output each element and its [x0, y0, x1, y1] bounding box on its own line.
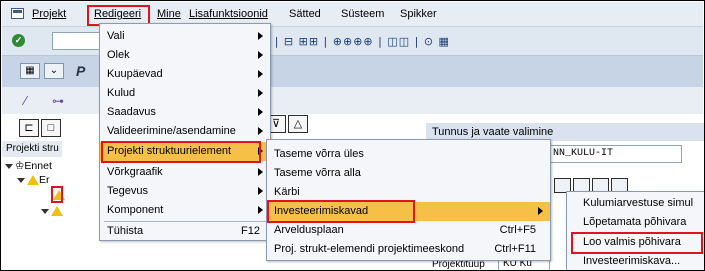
page-title: P: [76, 63, 86, 79]
annotation-box-wbs: [101, 141, 261, 163]
sap-window: Projekt Redigeeri Mine Lisafunktsioonid …: [0, 0, 705, 271]
submenu-arrow-icon: [258, 127, 263, 135]
menu-item-arveldusplaan[interactable]: Arveldusplaan Ctrl+F5: [267, 221, 550, 240]
annotation-box-invest: [267, 200, 415, 223]
identifier-input[interactable]: NN_KULU-IT: [549, 145, 682, 163]
submenu-arrow-icon: [258, 70, 263, 78]
menu-mine[interactable]: Mine: [157, 8, 181, 20]
warning-icon: [27, 175, 39, 186]
invest-submenu: Kulumiarvestuse simul Lõpetamata põhivar…: [566, 191, 704, 270]
sort-icon[interactable]: △: [288, 115, 308, 133]
submenu-arrow-icon: [258, 32, 263, 40]
expand-icon[interactable]: [5, 163, 13, 169]
submenu-arrow-icon: [258, 168, 263, 176]
new-document-icon[interactable]: □: [41, 119, 61, 137]
tree-node-icon: ♔: [15, 160, 25, 172]
warning-icon: [51, 206, 63, 217]
tool-wand-icon[interactable]: ⁄: [24, 94, 26, 108]
menu-lisafunktsioonid[interactable]: Lisafunktsioonid: [189, 8, 268, 20]
expand-icon[interactable]: [17, 177, 25, 183]
menu-item-taseme-yles[interactable]: Taseme võrra üles: [267, 145, 550, 164]
menu-item-olek[interactable]: Olek: [100, 46, 270, 65]
submenu-arrow-icon: [258, 108, 263, 116]
enter-check-icon[interactable]: ✓: [12, 34, 25, 47]
menu-item-kuupaevad[interactable]: Kuupäevad: [100, 65, 270, 84]
menu-item-investeerimiskava[interactable]: Investeerimiskava...: [567, 252, 704, 270]
tree-node-sub[interactable]: [41, 205, 63, 217]
menu-projekt[interactable]: Projekt: [32, 8, 66, 20]
menu-susteem[interactable]: Süsteem: [341, 8, 384, 20]
tree-node-child[interactable]: Er: [17, 174, 50, 186]
menu-item-lopetamata[interactable]: Lõpetamata põhivara: [567, 213, 704, 232]
submenu-arrow-icon: [258, 187, 263, 195]
annotation-box-tree: [51, 186, 63, 203]
dropdown-icon[interactable]: ⌄: [44, 63, 64, 79]
edit-menu: Vali Olek Kuupäevad Kulud Saadavus Valid…: [99, 23, 271, 241]
menu-item-projektimeeskond[interactable]: Proj. strukt-elemendi projektimeeskond Ct…: [267, 240, 550, 259]
tree-toolbar: ⊏ □: [19, 119, 63, 139]
menu-satted[interactable]: Sätted: [289, 8, 321, 20]
expand-icon[interactable]: [41, 208, 49, 214]
submenu-arrow-icon: [538, 207, 543, 215]
menu-item-tegevus[interactable]: Tegevus: [100, 182, 270, 201]
tool-hierarchy-icon[interactable]: ⊶: [52, 94, 64, 108]
annotation-box-create: [571, 232, 703, 254]
detail-tabs: ⊽ △: [266, 115, 326, 135]
submenu-arrow-icon: [258, 89, 263, 97]
menu-item-saadavus[interactable]: Saadavus: [100, 103, 270, 122]
menu-item-vorkgraafik[interactable]: Võrkgraafik: [100, 163, 270, 182]
menu-item-kulumiarvestuse[interactable]: Kulumiarvestuse simul: [567, 194, 704, 213]
layout-icon[interactable]: ▦: [20, 63, 40, 79]
menu-item-valideerimine[interactable]: Valideerimine/asendamine: [100, 122, 270, 141]
menu-item-taseme-alla[interactable]: Taseme võrra alla: [267, 164, 550, 183]
open-folder-icon[interactable]: ⊏: [19, 119, 39, 137]
tree-node-root[interactable]: ♔Ennet: [5, 160, 52, 172]
menu-item-kulud[interactable]: Kulud: [100, 84, 270, 103]
wbs-submenu: Taseme võrra üles Taseme võrra alla Kärb…: [266, 139, 551, 261]
command-field[interactable]: [52, 32, 100, 50]
submenu-arrow-icon: [258, 206, 263, 214]
menu-spikker[interactable]: Spikker: [400, 8, 437, 20]
menu-item-vali[interactable]: Vali: [100, 27, 270, 46]
menu-item-tuhista[interactable]: Tühista F12: [100, 222, 270, 241]
menu-item-komponent[interactable]: Komponent: [100, 201, 270, 220]
toolbar-icons[interactable]: ⊗ | ⊟ ⊞⊞ | ⊕⊕⊕⊕ | ◫◫ | ⊙ ▦: [260, 35, 450, 48]
submenu-arrow-icon: [258, 51, 263, 59]
tree-header: Projekti stru: [2, 141, 62, 157]
window-menu-icon[interactable]: [11, 8, 24, 19]
